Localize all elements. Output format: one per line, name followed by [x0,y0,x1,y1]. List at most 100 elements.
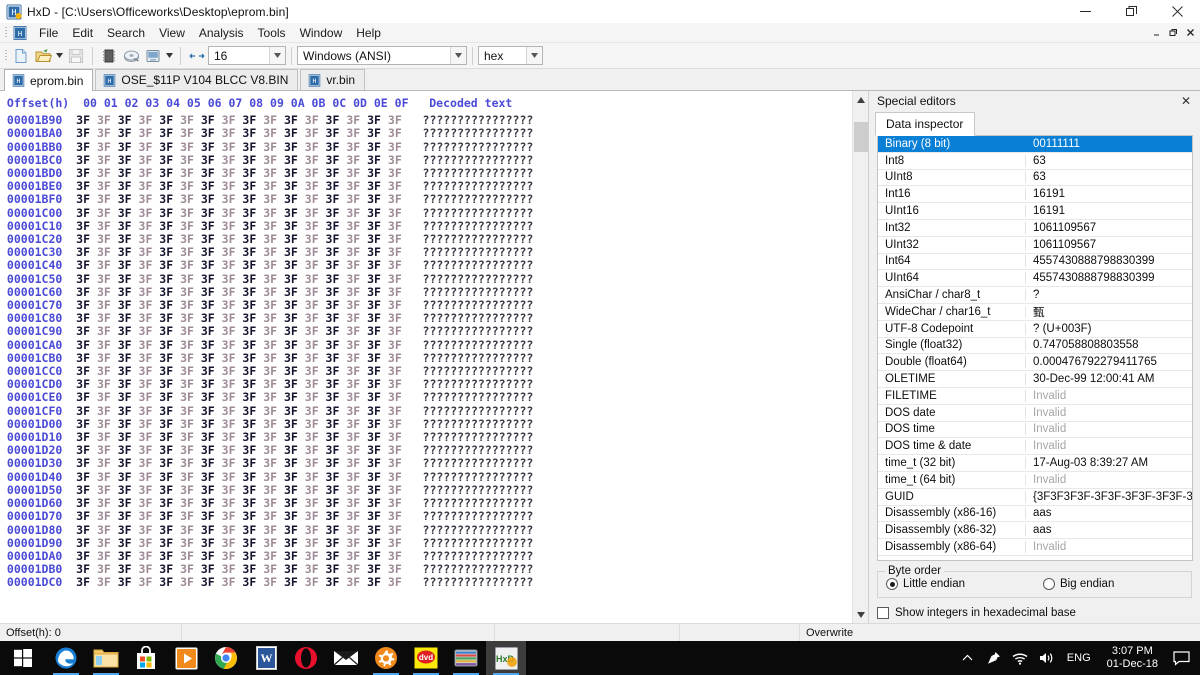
hex-byte[interactable]: 3F [139,166,160,180]
hex-byte[interactable]: 3F [263,443,284,457]
hex-byte[interactable]: 3F [201,153,222,167]
hex-byte[interactable]: 3F [180,377,201,391]
hex-byte[interactable]: 3F [326,192,347,206]
hex-byte[interactable]: 3F [97,351,118,365]
hex-byte[interactable]: 3F [76,192,97,206]
hex-byte[interactable]: 3F [97,404,118,418]
data-inspector-row-value[interactable]: 63 [1026,155,1192,167]
hex-byte[interactable]: 3F [305,140,326,154]
hex-byte[interactable]: 3F [159,351,180,365]
data-inspector-row-value[interactable]: 00111111 [1026,138,1192,150]
hex-byte[interactable]: 3F [326,113,347,127]
menu-window[interactable]: Window [293,23,350,43]
hex-decoded-text[interactable]: ???????????????? [402,483,534,497]
hex-byte[interactable]: 3F [76,126,97,140]
hex-byte[interactable]: 3F [388,298,402,312]
hex-byte[interactable]: 3F [180,245,201,259]
hex-byte[interactable]: 3F [222,258,243,272]
tray-wifi-icon[interactable] [1007,641,1033,675]
taskbar-item-chrome[interactable] [206,641,246,675]
hex-byte[interactable]: 3F [388,377,402,391]
hex-byte[interactable]: 3F [159,232,180,246]
open-file-dropdown[interactable] [54,45,65,67]
hex-byte[interactable]: 3F [263,351,284,365]
data-inspector-row-value[interactable]: 1061109567 [1026,239,1192,251]
hex-byte[interactable]: 3F [222,192,243,206]
hex-byte[interactable]: 3F [76,140,97,154]
hex-byte[interactable]: 3F [139,483,160,497]
data-inspector-row-value[interactable]: Invalid [1026,407,1192,419]
hex-byte[interactable]: 3F [76,390,97,404]
hex-byte[interactable]: 3F [367,258,388,272]
hex-byte[interactable]: 3F [180,113,201,127]
hex-byte[interactable]: 3F [97,575,118,589]
hex-byte[interactable]: 3F [222,140,243,154]
hex-byte[interactable]: 3F [201,496,222,510]
hex-byte[interactable]: 3F [201,324,222,338]
hex-byte[interactable]: 3F [201,206,222,220]
hex-byte[interactable]: 3F [388,140,402,154]
hex-byte[interactable]: 3F [139,324,160,338]
hex-byte[interactable]: 3F [346,509,367,523]
hex-byte[interactable]: 3F [76,456,97,470]
hex-byte[interactable]: 3F [242,575,263,589]
hex-byte[interactable]: 3F [284,351,305,365]
hex-byte[interactable]: 3F [201,140,222,154]
hex-byte[interactable]: 3F [305,536,326,550]
hex-byte[interactable]: 3F [263,456,284,470]
data-inspector-row[interactable]: Single (float32) 0.747058808803558 [878,338,1192,355]
hex-byte[interactable]: 3F [367,311,388,325]
taskbar-item-movies[interactable] [166,641,206,675]
data-inspector-row[interactable]: Disassembly (x86-16) aas [878,506,1192,523]
data-inspector-row[interactable]: DOS date Invalid [878,405,1192,422]
hex-byte[interactable]: 3F [305,562,326,576]
hex-byte[interactable]: 3F [326,338,347,352]
hex-byte[interactable]: 3F [139,219,160,233]
hex-byte[interactable]: 3F [367,206,388,220]
hex-byte[interactable]: 3F [388,575,402,589]
hex-byte[interactable]: 3F [367,417,388,431]
hex-byte[interactable]: 3F [222,272,243,286]
hex-byte[interactable]: 3F [388,549,402,563]
hex-byte[interactable]: 3F [305,377,326,391]
hex-byte[interactable]: 3F [284,219,305,233]
hex-byte[interactable]: 3F [367,232,388,246]
hex-byte[interactable]: 3F [159,430,180,444]
scrollbar-track[interactable] [853,108,869,606]
hex-byte[interactable]: 3F [76,338,97,352]
hex-byte[interactable]: 3F [139,404,160,418]
hex-byte[interactable]: 3F [76,470,97,484]
hex-byte[interactable]: 3F [263,258,284,272]
hex-decoded-text[interactable]: ???????????????? [402,324,534,338]
hex-byte[interactable]: 3F [263,179,284,193]
hex-byte[interactable]: 3F [180,536,201,550]
tray-chevron-up-icon[interactable] [955,641,981,675]
scrollbar-thumb[interactable] [853,122,868,152]
hex-byte[interactable]: 3F [139,390,160,404]
hex-byte[interactable]: 3F [326,206,347,220]
hex-decoded-text[interactable]: ???????????????? [402,206,534,220]
data-inspector-row[interactable]: WideChar / char16_t 甄 [878,304,1192,321]
hex-byte[interactable]: 3F [159,153,180,167]
hex-byte[interactable]: 3F [159,404,180,418]
hex-byte[interactable]: 3F [118,140,139,154]
data-inspector-row-value[interactable]: 16191 [1026,205,1192,217]
taskbar-item-opera[interactable] [286,641,326,675]
data-inspector-row[interactable]: Disassembly (x86-64) Invalid [878,539,1192,556]
hex-byte[interactable]: 3F [242,285,263,299]
data-inspector-row-value[interactable]: 1061109567 [1026,222,1192,234]
hex-byte[interactable]: 3F [346,232,367,246]
menu-search[interactable]: Search [100,23,152,43]
hex-byte[interactable]: 3F [284,443,305,457]
hex-byte[interactable]: 3F [263,245,284,259]
menu-edit[interactable]: Edit [65,23,100,43]
hex-byte[interactable]: 3F [367,483,388,497]
hex-byte[interactable]: 3F [180,417,201,431]
hex-byte[interactable]: 3F [222,364,243,378]
hex-byte[interactable]: 3F [388,153,402,167]
hex-byte[interactable]: 3F [201,456,222,470]
hex-byte[interactable]: 3F [118,417,139,431]
hex-byte[interactable]: 3F [305,206,326,220]
hex-byte[interactable]: 3F [201,536,222,550]
data-inspector-row-value[interactable]: 30-Dec-99 12:00:41 AM [1026,373,1192,385]
